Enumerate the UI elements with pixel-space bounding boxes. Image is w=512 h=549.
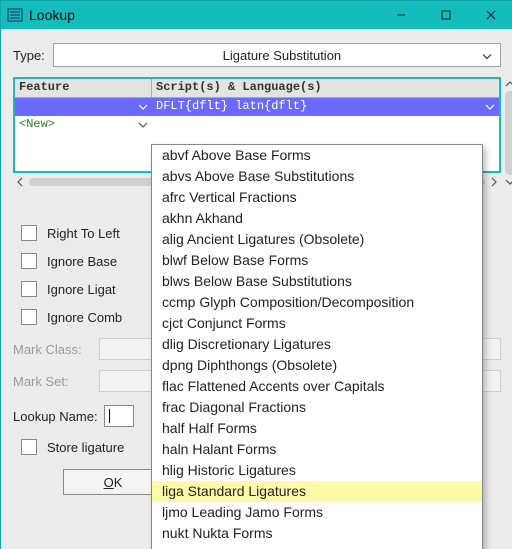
dropdown-item[interactable]: ordn Ordinals [152, 544, 482, 549]
scroll-down-icon[interactable] [503, 175, 512, 189]
scroll-left-icon[interactable] [13, 175, 27, 189]
feature-cell-selected[interactable] [15, 98, 152, 116]
rtl-label: Right To Left [47, 226, 120, 241]
ok-mnemonic: O [104, 475, 114, 490]
column-header-feature[interactable]: Feature [15, 79, 152, 98]
dropdown-item[interactable]: abvf Above Base Forms [152, 145, 482, 166]
chevron-down-icon [138, 100, 148, 114]
chevron-down-icon [482, 48, 492, 63]
vertical-scrollbar[interactable] [503, 77, 512, 189]
maximize-button[interactable] [423, 1, 468, 29]
dropdown-item[interactable]: akhn Akhand [152, 208, 482, 229]
scripts-cell-value: DFLT{dflt} latn{dflt} [156, 99, 307, 113]
column-header-scripts[interactable]: Script(s) & Language(s) [152, 79, 499, 98]
text-cursor [109, 409, 110, 423]
content-area: Type: Ligature Substitution Feature [1, 29, 512, 549]
ignore-base-checkbox[interactable] [21, 253, 37, 269]
dropdown-item[interactable]: nukt Nukta Forms [152, 523, 482, 544]
type-select[interactable]: Ligature Substitution [53, 43, 501, 67]
dropdown-item[interactable]: flac Flattened Accents over Capitals [152, 376, 482, 397]
lookup-name-input[interactable] [104, 405, 134, 427]
rtl-checkbox[interactable] [21, 225, 37, 241]
dropdown-item[interactable]: abvs Above Base Substitutions [152, 166, 482, 187]
ok-rest: K [114, 475, 123, 490]
mark-class-label: Mark Class: [13, 342, 99, 357]
lookup-name-label: Lookup Name: [13, 409, 98, 424]
ok-button[interactable]: OK [63, 469, 163, 495]
chevron-down-icon [138, 118, 148, 132]
feature-dropdown[interactable]: abvf Above Base Formsabvs Above Base Sub… [151, 144, 483, 549]
dropdown-item[interactable]: cjct Conjunct Forms [152, 313, 482, 334]
ignore-comb-checkbox[interactable] [21, 309, 37, 325]
dropdown-item[interactable]: dpng Diphthongs (Obsolete) [152, 355, 482, 376]
dropdown-item[interactable]: ccmp Glyph Composition/Decomposition [152, 292, 482, 313]
dropdown-item[interactable]: blwf Below Base Forms [152, 250, 482, 271]
scroll-track[interactable] [505, 91, 512, 175]
dropdown-item[interactable]: frac Diagonal Fractions [152, 397, 482, 418]
dropdown-item[interactable]: afrc Vertical Fractions [152, 187, 482, 208]
chevron-down-icon [485, 100, 495, 114]
window-title: Lookup [29, 7, 75, 23]
ignore-liga-label: Ignore Ligat [47, 282, 116, 297]
ignore-comb-label: Ignore Comb [47, 310, 122, 325]
type-select-value: Ligature Substitution [64, 48, 500, 63]
type-label: Type: [13, 48, 45, 63]
dropdown-item[interactable]: dlig Discretionary Ligatures [152, 334, 482, 355]
store-checkbox[interactable] [21, 439, 37, 455]
dropdown-item[interactable]: alig Ancient Ligatures (Obsolete) [152, 229, 482, 250]
dropdown-item[interactable]: blws Below Base Substitutions [152, 271, 482, 292]
store-label: Store ligature [47, 440, 124, 455]
scripts-cell-selected[interactable]: DFLT{dflt} latn{dflt} [152, 98, 499, 116]
scroll-up-icon[interactable] [503, 77, 512, 91]
feature-cell-new[interactable]: <New> [15, 116, 152, 134]
scroll-right-icon[interactable] [487, 175, 501, 189]
lookup-window: Lookup Type: Ligature Substitution Fe [0, 0, 512, 549]
mark-set-label: Mark Set: [13, 374, 99, 389]
close-button[interactable] [468, 1, 512, 29]
dropdown-item[interactable]: hlig Historic Ligatures [152, 460, 482, 481]
minimize-button[interactable] [378, 1, 423, 29]
dropdown-item[interactable]: half Half Forms [152, 418, 482, 439]
new-label: <New> [19, 117, 55, 131]
titlebar[interactable]: Lookup [1, 1, 512, 29]
app-icon [7, 7, 23, 23]
dropdown-item[interactable]: haln Halant Forms [152, 439, 482, 460]
ignore-liga-checkbox[interactable] [21, 281, 37, 297]
dropdown-item[interactable]: ljmo Leading Jamo Forms [152, 502, 482, 523]
dropdown-item[interactable]: liga Standard Ligatures [152, 481, 482, 502]
ignore-base-label: Ignore Base [47, 254, 117, 269]
